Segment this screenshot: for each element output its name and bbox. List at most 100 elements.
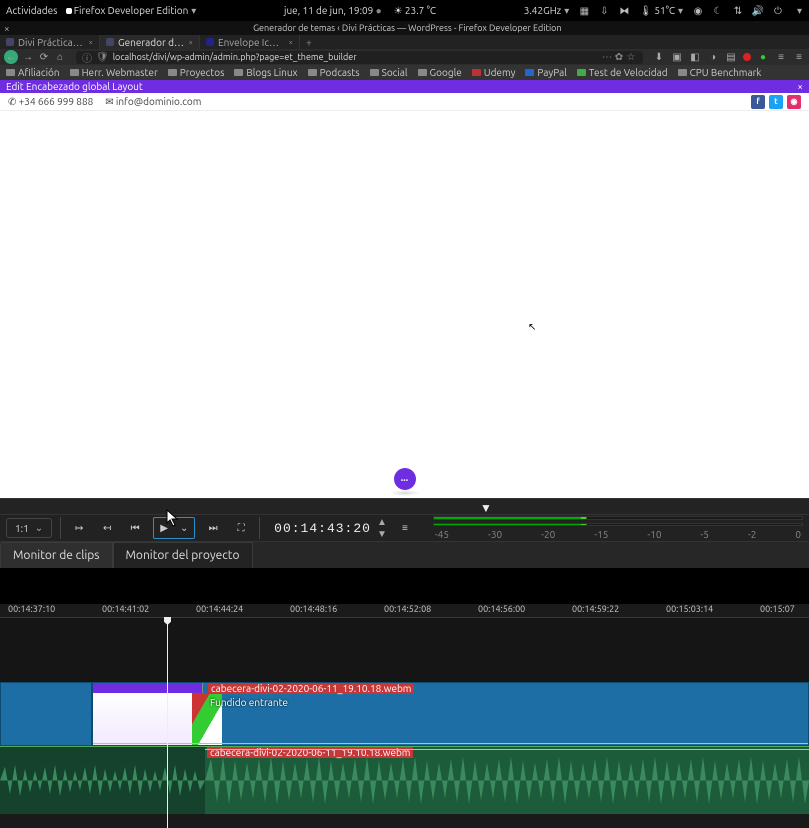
crop-button[interactable]: ⛶	[231, 518, 251, 538]
preview-ruler[interactable]: ▼	[0, 498, 809, 514]
browser-tab-2[interactable]: Envelope Icon | Font Aw…×	[200, 35, 300, 49]
bookmark-item[interactable]: PayPal	[525, 67, 567, 78]
bookmark-item[interactable]: Blogs Linux	[234, 67, 297, 78]
cpu-freq-indicator[interactable]: 3.42GHz	[524, 5, 570, 17]
video-editor: ▼ 1:1 ⌄ ↦ ↤ ⏮ ▶ ⌄ ⏭ ⛶ 00:14:43:20 ▲▼ ≡ -…	[0, 498, 809, 814]
fade-line[interactable]	[93, 743, 808, 744]
system-menu[interactable]	[793, 6, 803, 16]
timeline-tracks[interactable]: cabecera-divi-02-2020-06-11_19.10.18.web…	[0, 618, 809, 814]
reload-button[interactable]: ⟳	[38, 51, 50, 63]
video-clip-b[interactable]: cabecera-divi-02-2020-06-11_19.10.18.web…	[92, 682, 809, 746]
set-in-button[interactable]: ↦	[69, 518, 89, 538]
page-canvas[interactable]: ↖ ···	[0, 111, 809, 498]
email-link[interactable]: ✉ info@dominio.com	[105, 96, 201, 108]
divi-fab-button[interactable]: ···	[394, 468, 416, 490]
timeline-ruler[interactable]: 00:14:37:10 00:14:41:02 00:14:44:24 00:1…	[0, 604, 809, 618]
new-tab-button[interactable]: +	[300, 35, 318, 49]
downloads-icon[interactable]: ⬇	[653, 51, 665, 63]
bookmark-item[interactable]: Social	[370, 67, 408, 78]
tab-project-monitor[interactable]: Monitor del proyecto	[113, 542, 253, 568]
weather-indicator[interactable]: ☀ 23.7 °C	[394, 5, 436, 17]
library-icon[interactable]: ≡	[775, 51, 787, 63]
divi-fab-shadow	[390, 490, 420, 496]
playhead-line[interactable]	[167, 618, 168, 828]
timecode-spinner[interactable]: ▲▼	[377, 516, 387, 540]
back-button[interactable]: ←	[4, 50, 18, 64]
set-out-button[interactable]: ↤	[97, 518, 117, 538]
phone-link[interactable]: ✆ +34 666 999 888	[8, 96, 93, 108]
permission-icon[interactable]: ✿	[613, 51, 625, 63]
folder-icon	[234, 69, 243, 76]
audio-track-1[interactable]: cabecera-divi-02-2020-06-11_19.10.18.web…	[0, 746, 809, 814]
forward-button[interactable]: ⏭	[203, 518, 223, 538]
hamburger-menu-icon[interactable]: ≡	[793, 51, 805, 63]
accessibility-icon[interactable]: ◉	[693, 6, 703, 16]
tab-clip-monitor[interactable]: Monitor de clips	[0, 542, 113, 568]
audio-meter-scale: -45-30 -20-15 -10-5 -20	[433, 529, 803, 540]
night-light-icon[interactable]: ☾	[713, 6, 723, 16]
tray-icon-1[interactable]: ▦	[579, 6, 589, 16]
bookmark-star-icon[interactable]: ☆	[625, 51, 637, 63]
browser-tab-0[interactable]: Divi Prácticas | Otro sitio re…×	[0, 35, 100, 49]
instagram-icon[interactable]: ◉	[787, 95, 801, 109]
bookmark-item[interactable]: Google	[418, 67, 462, 78]
extension-green-icon[interactable]: ●	[757, 51, 769, 63]
temp-indicator[interactable]: 🌡 51°C	[639, 5, 683, 17]
bookmark-item[interactable]: Udemy	[472, 67, 516, 78]
timecode[interactable]: 00:14:43:20 ▲▼	[274, 516, 387, 540]
divi-close-button[interactable]: ×	[797, 81, 803, 92]
bookmark-item[interactable]: Afiliación	[6, 67, 60, 78]
waveform	[205, 747, 809, 814]
reader-icon[interactable]: ⋯	[601, 51, 613, 63]
forward-button[interactable]: →	[22, 51, 34, 63]
twitter-icon[interactable]: t	[769, 95, 783, 109]
facebook-icon[interactable]: f	[751, 95, 765, 109]
bookmark-item[interactable]: Test de Velocidad	[577, 67, 668, 78]
zoom-selector[interactable]: 1:1 ⌄	[6, 518, 52, 538]
record-indicator-icon[interactable]	[743, 53, 751, 61]
clock[interactable]: jue, 11 de jun, 19:09 ●	[284, 5, 382, 17]
timecode-value: 00:14:43:20	[274, 521, 371, 536]
volume-icon[interactable]: 🔊	[753, 6, 763, 16]
dropbox-icon[interactable]: ⇩	[599, 6, 609, 16]
tab-close-icon[interactable]: ×	[288, 38, 293, 47]
options-menu-button[interactable]: ≡	[395, 518, 415, 538]
rewind-button[interactable]: ⏮	[125, 518, 145, 538]
tab-close-icon[interactable]: ×	[88, 38, 93, 47]
network-icon[interactable]: ⇅	[733, 6, 743, 16]
bookmark-item[interactable]: Herr. Webmaster	[70, 67, 158, 78]
audio-meter-right	[433, 523, 803, 527]
speed-icon	[577, 69, 586, 76]
play-mode-dropdown[interactable]: ⌄	[174, 518, 194, 538]
mouse-cursor-icon: ↖	[528, 321, 536, 333]
info-icon[interactable]: ⓘ	[82, 50, 92, 65]
audio-clip-b[interactable]: cabecera-divi-02-2020-06-11_19.10.18.web…	[205, 747, 809, 814]
video-track-1[interactable]: cabecera-divi-02-2020-06-11_19.10.18.web…	[0, 682, 809, 746]
browser-tab-1[interactable]: Generador de temas ‹ Div…×	[100, 35, 200, 49]
extension-icon-4[interactable]: ▤	[725, 51, 737, 63]
activities-button[interactable]: Actividades	[6, 5, 58, 16]
tab-close-icon[interactable]: ×	[188, 38, 193, 47]
url-input[interactable]	[113, 52, 601, 62]
shield-icon[interactable]: 🛡	[96, 51, 109, 63]
paypal-icon	[525, 69, 534, 76]
extension-icon-1[interactable]: ▣	[671, 51, 683, 63]
app-indicator-icon	[66, 8, 72, 14]
extension-icon-3[interactable]: ◑	[707, 51, 719, 63]
app-menu[interactable]: Firefox Developer Edition	[66, 5, 197, 17]
tray-icon-3[interactable]: ⧓	[619, 6, 629, 16]
divi-bar-label: Edit Encabezado global Layout	[6, 81, 143, 92]
play-button[interactable]: ▶	[154, 518, 174, 538]
audio-clip-a[interactable]	[0, 747, 205, 814]
bookmark-item[interactable]: Podcasts	[308, 67, 360, 78]
volume-line[interactable]	[205, 749, 809, 750]
home-button[interactable]: ⌂	[54, 51, 66, 63]
url-input-wrapper[interactable]: ⓘ 🛡 ⋯ ✿ ☆	[76, 51, 643, 64]
power-icon[interactable]: ⏻	[773, 6, 783, 16]
video-clip-a[interactable]	[0, 682, 92, 746]
playhead-indicator-icon[interactable]: ▼	[480, 501, 492, 515]
bookmark-item[interactable]: CPU Benchmark	[678, 67, 762, 78]
extension-icon-2[interactable]: ◧	[689, 51, 701, 63]
bookmark-item[interactable]: Proyectos	[168, 67, 225, 78]
video-track-2[interactable]	[0, 618, 809, 682]
